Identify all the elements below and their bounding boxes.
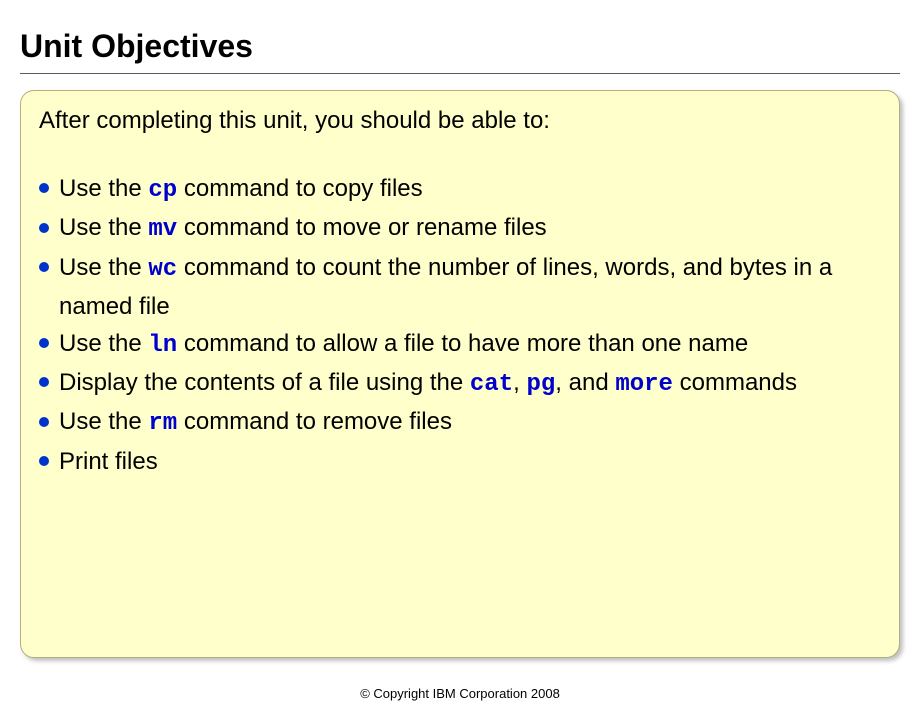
list-item: Use the ln command to allow a file to ha… (39, 325, 881, 364)
command-text: rm (148, 410, 177, 437)
item-text: command to allow a file to have more tha… (177, 330, 748, 357)
item-text: Use the (59, 330, 148, 357)
item-text: Use the (59, 254, 148, 281)
item-text: command to remove files (177, 408, 452, 435)
item-text: command to move or rename files (177, 214, 546, 241)
item-text: command to copy files (177, 175, 422, 202)
list-item: Use the cp command to copy files (39, 170, 881, 209)
command-text: ln (148, 332, 177, 359)
item-text: Use the (59, 175, 148, 202)
objectives-list: Use the cp command to copy files Use the… (39, 170, 881, 480)
item-text: Use the (59, 214, 148, 241)
item-text: Display the contents of a file using the (59, 369, 470, 396)
item-text: commands (673, 369, 797, 396)
item-text: Print files (59, 448, 158, 475)
item-text: Use the (59, 408, 148, 435)
copyright-text: © Copyright IBM Corporation 2008 (0, 686, 920, 701)
slide: Unit Objectives After completing this un… (0, 0, 920, 711)
list-item: Print files (39, 443, 881, 480)
command-text: more (615, 371, 673, 398)
list-item: Use the mv command to move or rename fil… (39, 209, 881, 248)
item-text: , and (555, 369, 615, 396)
command-text: pg (526, 371, 555, 398)
list-item: Use the wc command to count the number o… (39, 249, 881, 325)
command-text: cp (148, 177, 177, 204)
slide-title: Unit Objectives (20, 28, 900, 74)
item-text: , (513, 369, 526, 396)
command-text: wc (148, 256, 177, 283)
list-item: Display the contents of a file using the… (39, 364, 881, 403)
command-text: mv (148, 216, 177, 243)
list-item: Use the rm command to remove files (39, 403, 881, 442)
intro-text: After completing this unit, you should b… (39, 105, 881, 136)
content-box: After completing this unit, you should b… (20, 90, 900, 658)
command-text: cat (470, 371, 513, 398)
